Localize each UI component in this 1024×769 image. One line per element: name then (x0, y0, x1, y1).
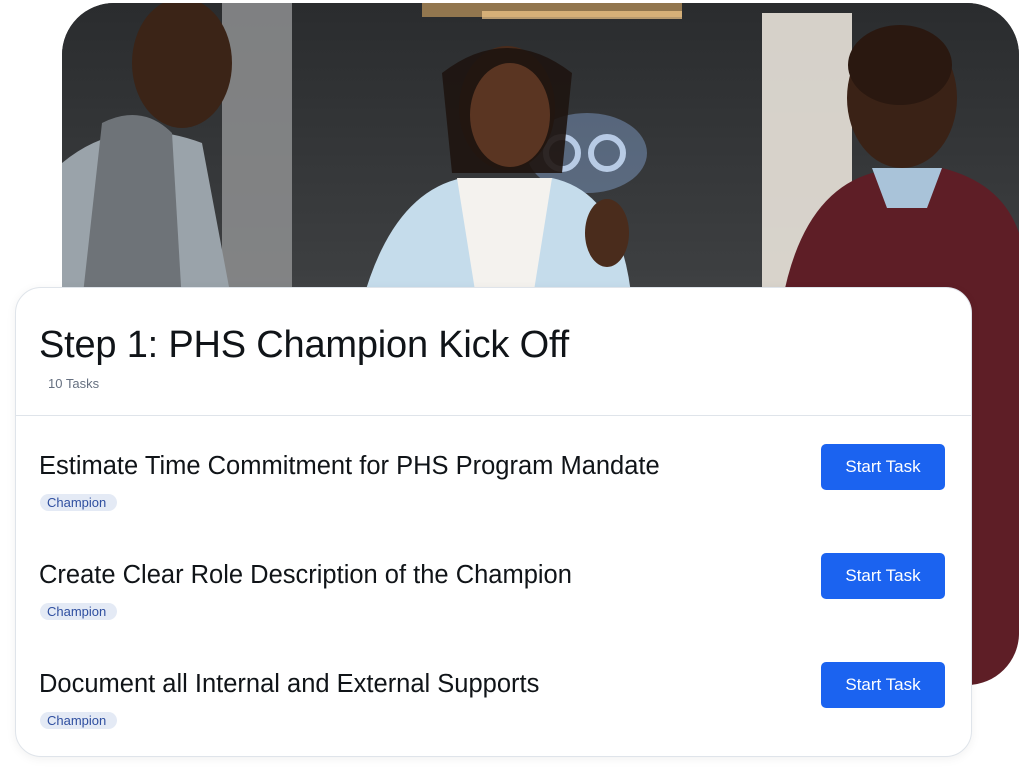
role-tag: Champion (40, 603, 118, 620)
task-count: 10 Tasks (48, 376, 100, 391)
task-item: Create Clear Role Description of the Cha… (16, 553, 971, 639)
task-title: Document all Internal and External Suppo… (39, 670, 540, 698)
card-header: Step 1: PHS Champion Kick Off 10 Tasks (16, 288, 971, 416)
start-task-button[interactable]: Start Task (821, 662, 945, 708)
task-title: Estimate Time Commitment for PHS Program… (39, 452, 660, 480)
start-task-button[interactable]: Start Task (821, 553, 945, 599)
role-tag: Champion (40, 712, 118, 729)
task-title: Create Clear Role Description of the Cha… (39, 561, 572, 589)
card-title: Step 1: PHS Champion Kick Off (39, 324, 569, 366)
task-item: Document all Internal and External Suppo… (16, 662, 971, 748)
task-card: Step 1: PHS Champion Kick Off 10 Tasks E… (15, 287, 972, 757)
task-item: Estimate Time Commitment for PHS Program… (16, 444, 971, 530)
role-tag: Champion (40, 494, 118, 511)
start-task-button[interactable]: Start Task (821, 444, 945, 490)
